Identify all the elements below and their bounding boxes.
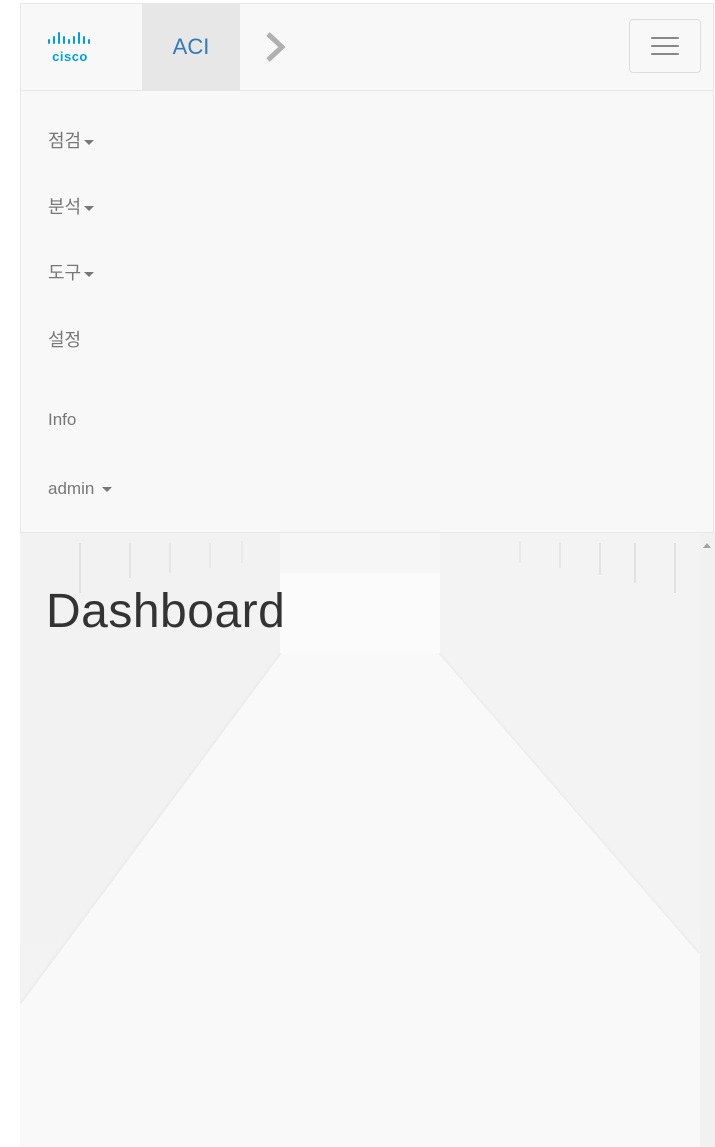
hamburger-menu-icon bbox=[651, 37, 679, 39]
cisco-logo-icon[interactable]: cisco bbox=[47, 31, 95, 65]
menu-item-admin[interactable]: admin bbox=[48, 478, 113, 500]
menu-item-label: admin bbox=[48, 479, 95, 498]
menu-item-label: 점검 bbox=[48, 131, 82, 151]
caret-down-icon bbox=[84, 271, 95, 277]
caret-down-icon bbox=[84, 139, 95, 145]
menu-item-settings[interactable]: 설정 bbox=[48, 329, 81, 351]
menu-item-inspection[interactable]: 점검 bbox=[48, 130, 95, 152]
menu-item-label: 분석 bbox=[48, 197, 82, 217]
menu-item-analysis[interactable]: 분석 bbox=[48, 196, 95, 218]
page-title: Dashboard bbox=[46, 585, 286, 638]
menu-item-label: 도구 bbox=[48, 263, 82, 283]
chevron-right-icon[interactable] bbox=[263, 31, 287, 63]
scrollbar[interactable] bbox=[700, 533, 715, 1147]
menu-item-label: Info bbox=[48, 410, 77, 429]
menu-item-label: 설정 bbox=[48, 330, 82, 350]
menu-item-tools[interactable]: 도구 bbox=[48, 262, 95, 284]
menu-item-info[interactable]: Info bbox=[48, 409, 76, 431]
navbar: cisco ACI 점검 분석 도구 설정 Info admin bbox=[20, 3, 714, 533]
hamburger-bar bbox=[651, 53, 679, 55]
navbar-toggle-button[interactable] bbox=[629, 19, 701, 73]
caret-down-icon bbox=[84, 205, 95, 211]
caret-down-icon bbox=[102, 487, 113, 493]
hamburger-bar bbox=[651, 45, 679, 47]
scroll-up-arrow-icon[interactable] bbox=[703, 543, 711, 548]
page: Dashboard cisco ACI 점검 분석 도구 설정 Info adm… bbox=[0, 0, 715, 1147]
svg-text:cisco: cisco bbox=[52, 49, 88, 64]
brand-aci-link[interactable]: ACI bbox=[142, 4, 240, 90]
navbar-header: cisco ACI bbox=[21, 4, 713, 91]
